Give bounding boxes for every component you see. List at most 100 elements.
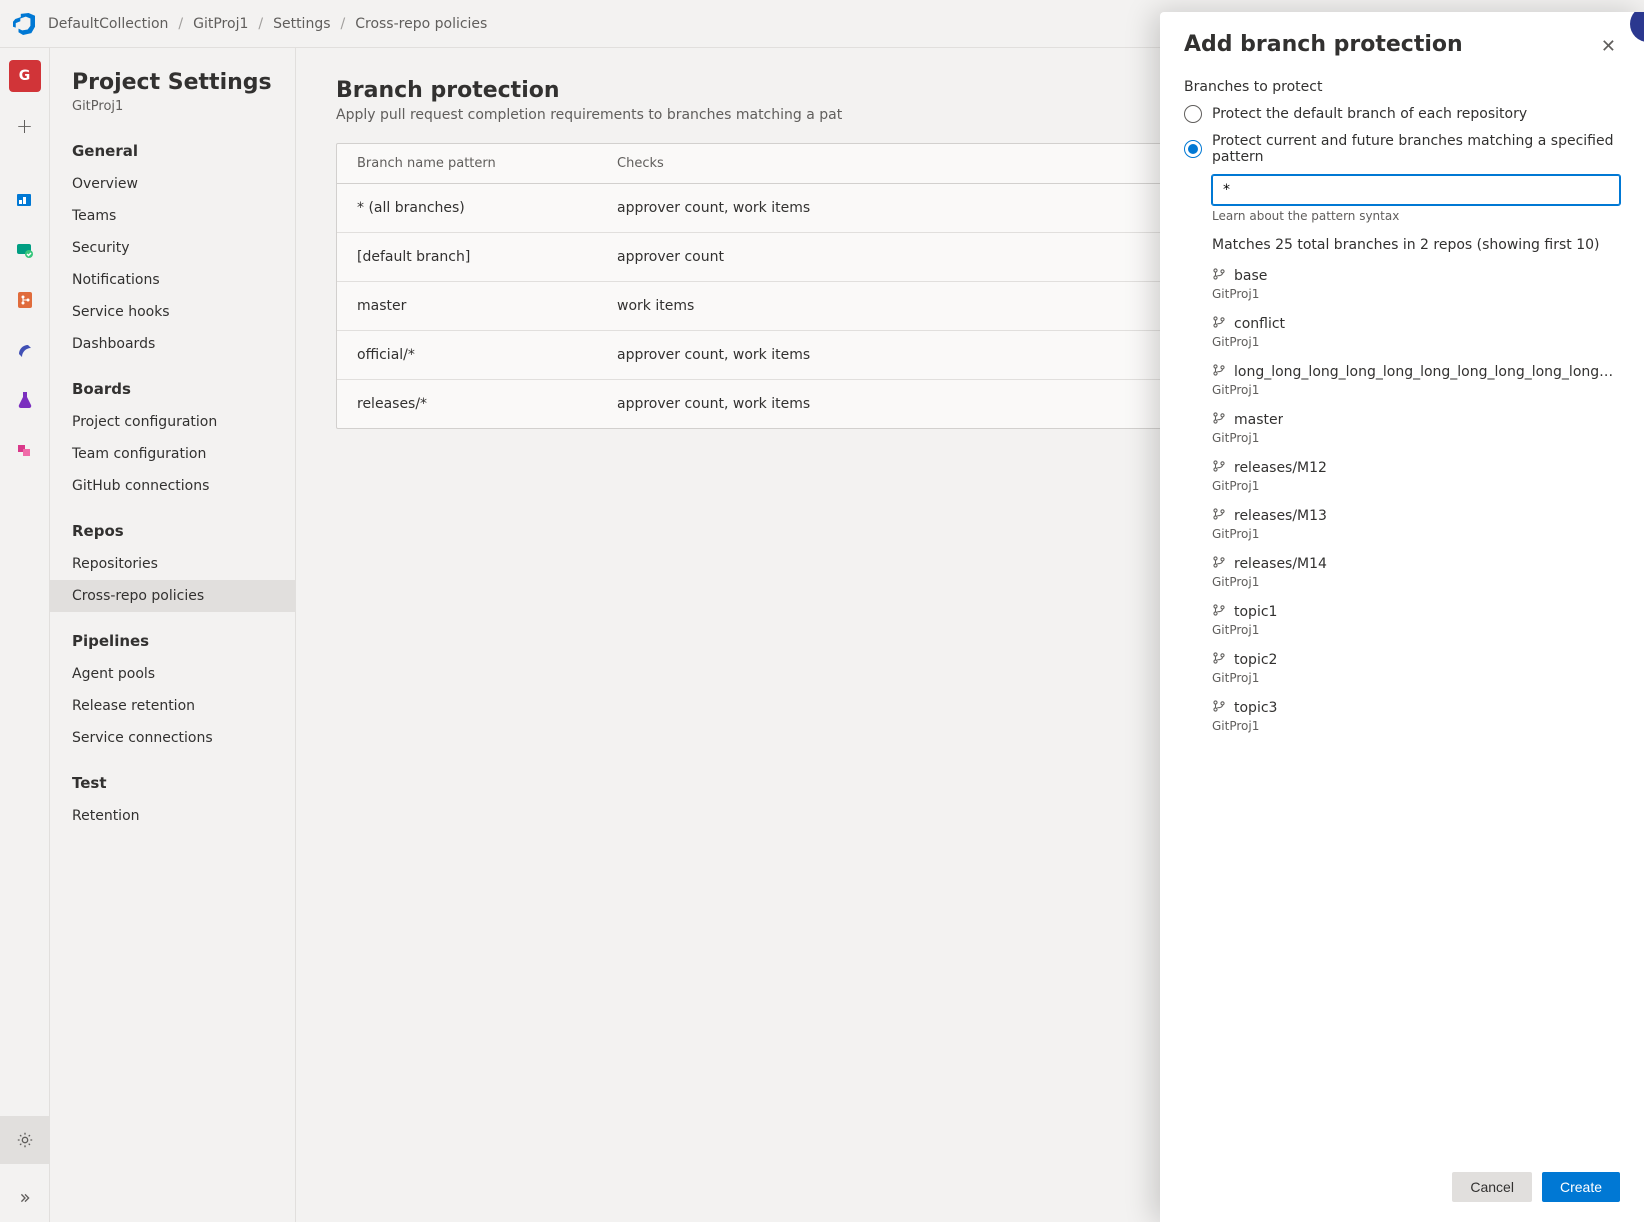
match-item[interactable]: releases/M12 GitProj1	[1212, 459, 1620, 493]
match-item[interactable]: topic2 GitProj1	[1212, 651, 1620, 685]
branch-name: releases/M12	[1234, 460, 1327, 476]
column-header-pattern[interactable]: Branch name pattern	[337, 144, 597, 183]
radio-icon	[1184, 140, 1202, 158]
sidebar-item[interactable]: Security	[50, 232, 295, 264]
user-avatar[interactable]	[1626, 12, 1644, 42]
match-item[interactable]: long_long_long_long_long_long_long_long_…	[1212, 363, 1620, 397]
sidebar-item[interactable]: Notifications	[50, 264, 295, 296]
artifacts-icon[interactable]	[9, 434, 41, 466]
branch-repo: GitProj1	[1212, 287, 1620, 301]
branch-name: base	[1234, 268, 1267, 284]
branch-icon	[1212, 603, 1226, 621]
radio-protect-pattern[interactable]: Protect current and future branches matc…	[1184, 133, 1620, 165]
radio-icon	[1184, 105, 1202, 123]
sidebar-item[interactable]: Service connections	[50, 722, 295, 754]
cell-pattern: releases/*	[337, 380, 597, 428]
branch-name: long_long_long_long_long_long_long_long_…	[1234, 364, 1620, 380]
breadcrumb-settings[interactable]: Settings	[273, 16, 330, 32]
add-branch-protection-panel: Add branch protection ✕ Branches to prot…	[1160, 12, 1644, 1222]
left-rail: G +	[0, 48, 50, 1222]
branch-repo: GitProj1	[1212, 575, 1620, 589]
branch-icon	[1212, 267, 1226, 285]
settings-sidebar: Project Settings GitProj1 GeneralOvervie…	[50, 48, 296, 1222]
pattern-input[interactable]	[1212, 175, 1620, 205]
match-item[interactable]: conflict GitProj1	[1212, 315, 1620, 349]
branch-repo: GitProj1	[1212, 719, 1620, 733]
sidebar-item[interactable]: Agent pools	[50, 658, 295, 690]
sidebar-item[interactable]: Repositories	[50, 548, 295, 580]
pipelines-icon[interactable]	[9, 334, 41, 366]
branch-name: releases/M14	[1234, 556, 1327, 572]
branch-repo: GitProj1	[1212, 335, 1620, 349]
branch-icon	[1212, 699, 1226, 717]
match-summary: Matches 25 total branches in 2 repos (sh…	[1212, 237, 1620, 253]
sidebar-item[interactable]: Dashboards	[50, 328, 295, 360]
branch-repo: GitProj1	[1212, 623, 1620, 637]
sidebar-group-title: Test	[50, 764, 295, 800]
collapse-rail-icon[interactable]	[9, 1182, 41, 1214]
sidebar-item[interactable]: Team configuration	[50, 438, 295, 470]
branches-to-protect-label: Branches to protect	[1184, 79, 1620, 95]
match-item[interactable]: releases/M14 GitProj1	[1212, 555, 1620, 589]
branch-icon	[1212, 555, 1226, 573]
branch-name: releases/M13	[1234, 508, 1327, 524]
branch-repo: GitProj1	[1212, 671, 1620, 685]
branch-name: master	[1234, 412, 1283, 428]
sidebar-group-title: Pipelines	[50, 622, 295, 658]
azure-devops-logo-icon[interactable]	[8, 8, 40, 40]
match-item[interactable]: base GitProj1	[1212, 267, 1620, 301]
match-item[interactable]: masterGitProj1	[1212, 411, 1620, 445]
match-item[interactable]: topic1 GitProj1	[1212, 603, 1620, 637]
radio-label: Protect current and future branches matc…	[1212, 133, 1620, 165]
sidebar-item[interactable]: Teams	[50, 200, 295, 232]
radio-label: Protect the default branch of each repos…	[1212, 106, 1527, 122]
sidebar-project-name[interactable]: GitProj1	[50, 99, 295, 132]
sidebar-group-title: Repos	[50, 512, 295, 548]
sidebar-item[interactable]: Retention	[50, 800, 295, 832]
branch-name: conflict	[1234, 316, 1285, 332]
close-icon[interactable]: ✕	[1597, 32, 1620, 61]
branch-name: topic1	[1234, 604, 1277, 620]
project-avatar[interactable]: G	[9, 60, 41, 92]
cell-pattern: master	[337, 282, 597, 330]
cell-pattern: * (all branches)	[337, 184, 597, 232]
boards-icon[interactable]	[9, 234, 41, 266]
breadcrumb-collection[interactable]: DefaultCollection	[48, 16, 168, 32]
sidebar-group-title: General	[50, 132, 295, 168]
add-icon[interactable]: +	[9, 110, 41, 142]
radio-protect-default[interactable]: Protect the default branch of each repos…	[1184, 105, 1620, 123]
sidebar-item[interactable]: Release retention	[50, 690, 295, 722]
cancel-button[interactable]: Cancel	[1452, 1172, 1532, 1202]
cell-pattern: official/*	[337, 331, 597, 379]
branch-repo: GitProj1	[1212, 383, 1620, 397]
branch-repo: GitProj1	[1212, 479, 1620, 493]
branch-icon	[1212, 363, 1226, 381]
sidebar-item[interactable]: GitHub connections	[50, 470, 295, 502]
branch-icon	[1212, 411, 1226, 429]
match-item[interactable]: releases/M13 GitProj1	[1212, 507, 1620, 541]
cell-pattern: [default branch]	[337, 233, 597, 281]
repos-icon[interactable]	[9, 284, 41, 316]
branch-repo: GitProj1	[1212, 527, 1620, 541]
overview-icon[interactable]	[9, 184, 41, 216]
sidebar-item[interactable]: Cross-repo policies	[50, 580, 295, 612]
sidebar-item[interactable]: Overview	[50, 168, 295, 200]
branch-icon	[1212, 507, 1226, 525]
sidebar-title: Project Settings	[50, 70, 295, 99]
learn-pattern-link[interactable]: Learn about the pattern syntax	[1212, 209, 1620, 223]
panel-title: Add branch protection	[1184, 32, 1463, 57]
test-plans-icon[interactable]	[9, 384, 41, 416]
sidebar-group-title: Boards	[50, 370, 295, 406]
branch-icon	[1212, 459, 1226, 477]
breadcrumb-project[interactable]: GitProj1	[193, 16, 248, 32]
sidebar-item[interactable]: Service hooks	[50, 296, 295, 328]
breadcrumb-page[interactable]: Cross-repo policies	[355, 16, 487, 32]
branch-icon	[1212, 315, 1226, 333]
match-item[interactable]: topic3 GitProj1	[1212, 699, 1620, 733]
branch-icon	[1212, 651, 1226, 669]
branch-name: topic2	[1234, 652, 1277, 668]
project-settings-icon[interactable]	[0, 1116, 50, 1164]
sidebar-item[interactable]: Project configuration	[50, 406, 295, 438]
branch-name: topic3	[1234, 700, 1277, 716]
create-button[interactable]: Create	[1542, 1172, 1620, 1202]
